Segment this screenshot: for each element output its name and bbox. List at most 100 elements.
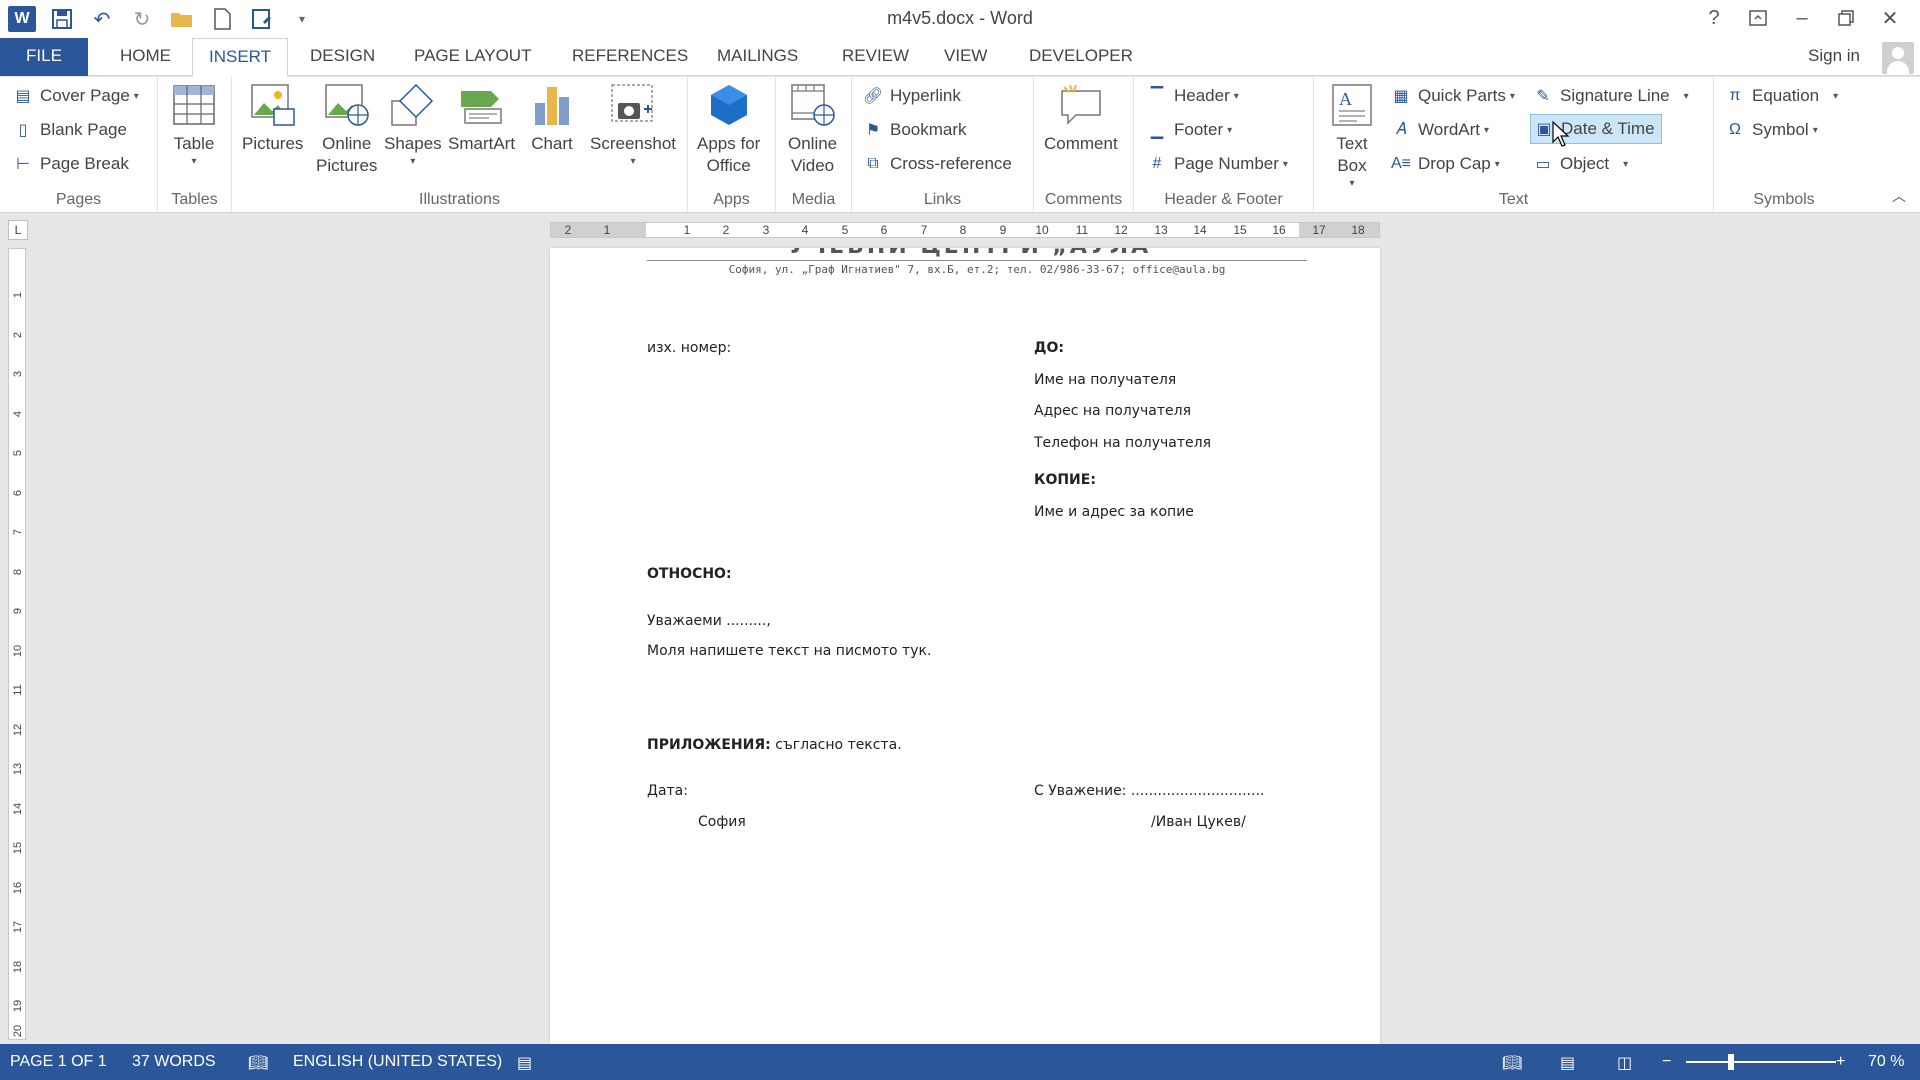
avatar[interactable] [1882,42,1914,74]
web-layout-icon[interactable]: ◫ [1617,1053,1632,1073]
chevron-down-icon: ▾ [1227,124,1233,136]
date-time-button[interactable]: ▣ Date & Time [1530,114,1662,144]
signature-line-icon: ✎ [1536,88,1550,105]
tab-file[interactable]: FILE [0,38,88,76]
chevron-down-icon: ▾ [1282,158,1288,170]
cover-page-button[interactable]: ▤ Cover Page ▾ [12,81,138,111]
smartart-button[interactable]: SmartArt [448,81,515,155]
chevron-down-icon: ▾ [410,156,416,167]
help-icon[interactable]: ? [1692,2,1736,34]
text-box-button[interactable]: A Text Box ▾ [1328,81,1376,191]
online-video-button[interactable]: Online Video [788,81,837,177]
zoom-in-button[interactable]: + [1836,1053,1845,1071]
drop-cap-label: Drop Cap [1418,154,1491,173]
footer-label: Footer [1174,120,1224,139]
apps-for-office-button[interactable]: Apps for Office [697,81,760,177]
horizontal-ruler[interactable]: 2 1 1 2 3 4 5 6 7 8 9 10 11 12 13 14 15 … [550,222,1380,238]
city: София [698,814,746,830]
ruler-number: 12 [1114,223,1128,237]
online-pictures-label-1: Online [322,134,372,153]
status-bar: PAGE 1 OF 1 37 WORDS 📖︎ ENGLISH (UNITED … [0,1044,1920,1080]
page-break-label: Page Break [40,154,129,173]
word-count-status[interactable]: 37 WORDS [132,1053,216,1071]
footer-button[interactable]: ▁ Footer ▾ [1146,115,1232,145]
read-mode-icon[interactable]: 📖︎ [1502,1053,1522,1073]
screenshot-button[interactable]: Screenshot ▾ [590,81,676,169]
shapes-button[interactable]: Shapes ▾ [384,81,442,169]
symbol-label: Symbol [1752,120,1809,139]
text-box-label-2: Box [1337,156,1367,175]
tab-review[interactable]: REVIEW [826,38,925,76]
group-header-footer: ▔ Header ▾ ▁ Footer ▾ # Page Number ▾ He… [1134,77,1314,213]
tab-references[interactable]: REFERENCES [556,38,704,76]
tab-mailings[interactable]: MAILINGS [701,38,814,76]
minimize-icon[interactable]: – [1780,2,1824,34]
comment-button[interactable]: Comment [1044,81,1118,155]
tab-design[interactable]: DESIGN [294,38,391,76]
ruler-number: 14 [12,802,24,816]
ruler-number: 9 [999,223,1007,237]
page-count-status[interactable]: PAGE 1 OF 1 [10,1053,107,1071]
ribbon-display-options-icon[interactable] [1736,2,1780,34]
restore-icon[interactable] [1824,2,1868,34]
apps-for-office-label-1: Apps for [697,134,761,153]
object-button[interactable]: ▭ Object ▾ [1532,149,1628,179]
group-links: 🔗︎ Hyperlink ⚑ Bookmark ⧉ Cross-referenc… [852,77,1034,213]
blank-page-button[interactable]: ▯ Blank Page [12,115,127,145]
tab-home[interactable]: HOME [104,38,187,76]
pictures-button[interactable]: Pictures [242,81,303,155]
tab-page-layout[interactable]: PAGE LAYOUT [398,38,547,76]
blank-page-label: Blank Page [40,120,127,139]
ruler-number: 2 [564,223,572,237]
equation-label: Equation [1752,86,1820,105]
zoom-slider-track[interactable] [1686,1061,1836,1063]
collapse-ribbon-icon[interactable]: ︿ [1892,186,1906,206]
attachments-label: ПРИЛОЖЕНИЯ: [647,737,771,753]
page-break-button[interactable]: ⊢ Page Break [12,149,129,179]
ruler-number: 1 [12,291,24,299]
bookmark-button[interactable]: ⚑ Bookmark [862,115,967,145]
online-video-icon [789,81,837,129]
header-button[interactable]: ▔ Header ▾ [1146,81,1239,111]
tab-view[interactable]: VIEW [928,38,1003,76]
document-page[interactable]: УЧЕБНИ ЦЕНТРИ „АУЛА" София, ул. „Граф Иг… [550,248,1380,1044]
page-number-button[interactable]: # Page Number ▾ [1146,149,1288,179]
print-layout-icon[interactable]: ▤ [1560,1053,1575,1073]
ruler-number: 9 [12,607,24,615]
sign-in-link[interactable]: Sign in [1808,46,1860,66]
online-pictures-button[interactable]: Online Pictures [316,81,377,177]
table-button[interactable]: Table ▾ [170,81,218,169]
close-icon[interactable]: ✕ [1868,2,1912,34]
quick-parts-button[interactable]: ▦ Quick Parts ▾ [1390,81,1514,111]
language-status[interactable]: ENGLISH (UNITED STATES) [293,1053,502,1071]
hyperlink-icon: 🔗︎ [862,88,884,105]
hyperlink-button[interactable]: 🔗︎ Hyperlink [862,81,961,111]
vertical-ruler[interactable]: 1 2 3 4 5 6 7 8 9 10 11 12 13 14 15 16 1… [8,248,26,1040]
to-label: ДО: [1034,340,1064,356]
tab-developer[interactable]: DEVELOPER [1013,38,1149,76]
zoom-slider-thumb[interactable] [1728,1054,1734,1070]
wordart-button[interactable]: 𝐴 WordArt ▾ [1390,115,1489,145]
macro-recording-icon[interactable]: ▤ [517,1053,532,1073]
letterhead-title: УЧЕБНИ ЦЕНТРИ „АУЛА" [647,248,1307,259]
chart-button[interactable]: Chart [528,81,576,155]
tab-insert[interactable]: INSERT [192,38,289,77]
zoom-out-button[interactable]: − [1662,1053,1671,1071]
zoom-level[interactable]: 70 % [1868,1053,1904,1071]
ruler-number: 6 [880,223,888,237]
equation-button[interactable]: π Equation ▾ [1724,81,1838,111]
ruler-number: 6 [12,489,24,497]
omega-icon: Ω [1729,121,1741,138]
date-label: Дата: [647,783,688,799]
chevron-down-icon: ▾ [1494,158,1500,170]
proofing-icon[interactable]: 📖︎ [248,1053,268,1073]
symbol-button[interactable]: Ω Symbol ▾ [1724,115,1818,145]
blank-page-icon: ▯ [18,122,28,139]
recipient-address: Адрес на получателя [1034,403,1192,419]
ruler-number: 5 [12,449,24,457]
drop-cap-button[interactable]: A≡ Drop Cap ▾ [1390,149,1500,179]
chevron-down-icon: ▾ [1484,124,1490,136]
tab-selector[interactable]: L [8,220,28,240]
cross-reference-button[interactable]: ⧉ Cross-reference [862,149,1012,179]
signature-line-button[interactable]: ✎ Signature Line ▾ [1532,81,1688,111]
